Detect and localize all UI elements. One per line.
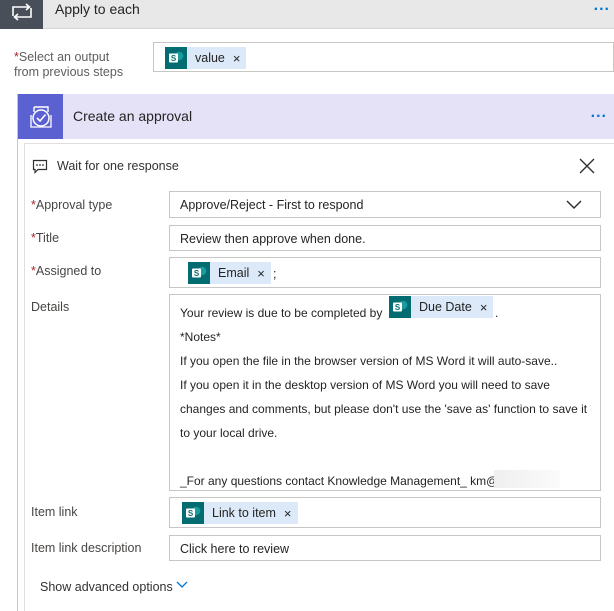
approval-type-select[interactable]: Approve/Reject - First to respond bbox=[169, 191, 601, 218]
apply-to-each-header[interactable]: Apply to each ... bbox=[0, 0, 614, 29]
value-token[interactable]: S value × bbox=[165, 47, 247, 69]
output-input[interactable]: S value × bbox=[153, 42, 614, 72]
output-label: *Select an output from previous steps bbox=[14, 50, 124, 79]
token-label: value bbox=[195, 51, 225, 65]
loop-more-button[interactable]: ... bbox=[594, 0, 610, 15]
item-link-description-input[interactable]: Click here to review bbox=[169, 535, 601, 561]
link-to-item-token[interactable]: S Link to item × bbox=[182, 502, 298, 524]
approval-more-button[interactable]: ... bbox=[591, 104, 607, 122]
approval-type-label: *Approval type bbox=[31, 198, 113, 212]
svg-text:S: S bbox=[188, 509, 194, 518]
approval-icon bbox=[18, 94, 63, 139]
apply-to-each-title: Apply to each bbox=[55, 1, 140, 17]
create-approval-title: Create an approval bbox=[73, 108, 193, 124]
remove-token-button[interactable]: × bbox=[233, 51, 241, 66]
chevron-down-icon[interactable] bbox=[176, 581, 188, 589]
assigned-to-input[interactable]: S Email × ; bbox=[169, 257, 601, 288]
assigned-to-suffix: ; bbox=[273, 267, 277, 281]
approval-subtitle: Wait for one response bbox=[57, 159, 179, 173]
title-value: Review then approve when done. bbox=[180, 232, 366, 246]
title-input[interactable]: Review then approve when done. bbox=[169, 225, 601, 251]
remove-token-button[interactable]: × bbox=[284, 506, 292, 521]
item-link-label: Item link bbox=[31, 505, 78, 519]
details-label: Details bbox=[31, 300, 70, 314]
item-link-description-label: Item link description bbox=[31, 541, 142, 555]
sharepoint-icon: S bbox=[188, 262, 210, 284]
loop-icon bbox=[0, 0, 43, 29]
svg-text:S: S bbox=[395, 303, 401, 312]
sharepoint-icon: S bbox=[389, 296, 411, 318]
token-label: Email bbox=[218, 266, 250, 280]
message-icon bbox=[32, 159, 48, 174]
due-date-token[interactable]: S Due Date × bbox=[389, 296, 494, 318]
title-label: *Title bbox=[31, 231, 60, 245]
assigned-to-label: *Assigned to bbox=[31, 264, 102, 278]
details-line-prefix: Your review is due to be completed by bbox=[180, 306, 383, 320]
details-line: changes and comments, but please don't u… bbox=[180, 402, 588, 416]
details-line: If you open it in the desktop version of… bbox=[180, 378, 550, 392]
item-link-input[interactable]: S Link to item × bbox=[169, 497, 601, 528]
approval-type-value: Approve/Reject - First to respond bbox=[180, 198, 364, 212]
token-label: Link to item bbox=[212, 506, 276, 520]
show-advanced-options-link[interactable]: Show advanced options bbox=[40, 580, 173, 594]
close-icon[interactable] bbox=[578, 157, 596, 175]
email-token[interactable]: S Email × bbox=[188, 262, 271, 284]
item-link-description-value: Click here to review bbox=[180, 542, 290, 556]
details-textarea[interactable]: Your review is due to be completed by S … bbox=[169, 294, 601, 491]
details-token-suffix: . bbox=[495, 306, 499, 320]
details-line: If you open the file in the browser vers… bbox=[180, 354, 558, 368]
sharepoint-icon: S bbox=[165, 47, 187, 69]
remove-token-button[interactable]: × bbox=[257, 266, 265, 281]
details-line: *Notes* bbox=[180, 330, 221, 344]
svg-text:S: S bbox=[171, 54, 177, 63]
details-line: to your local drive. bbox=[180, 426, 278, 440]
remove-token-button[interactable]: × bbox=[480, 300, 488, 315]
chevron-down-icon[interactable] bbox=[566, 200, 582, 210]
svg-text:S: S bbox=[194, 269, 200, 278]
details-line: _For any questions contact Knowledge Man… bbox=[180, 474, 499, 488]
token-label: Due Date bbox=[419, 300, 472, 314]
create-approval-header[interactable]: Create an approval ... bbox=[18, 94, 614, 139]
sharepoint-icon: S bbox=[182, 502, 204, 524]
redacted-email bbox=[494, 470, 560, 488]
